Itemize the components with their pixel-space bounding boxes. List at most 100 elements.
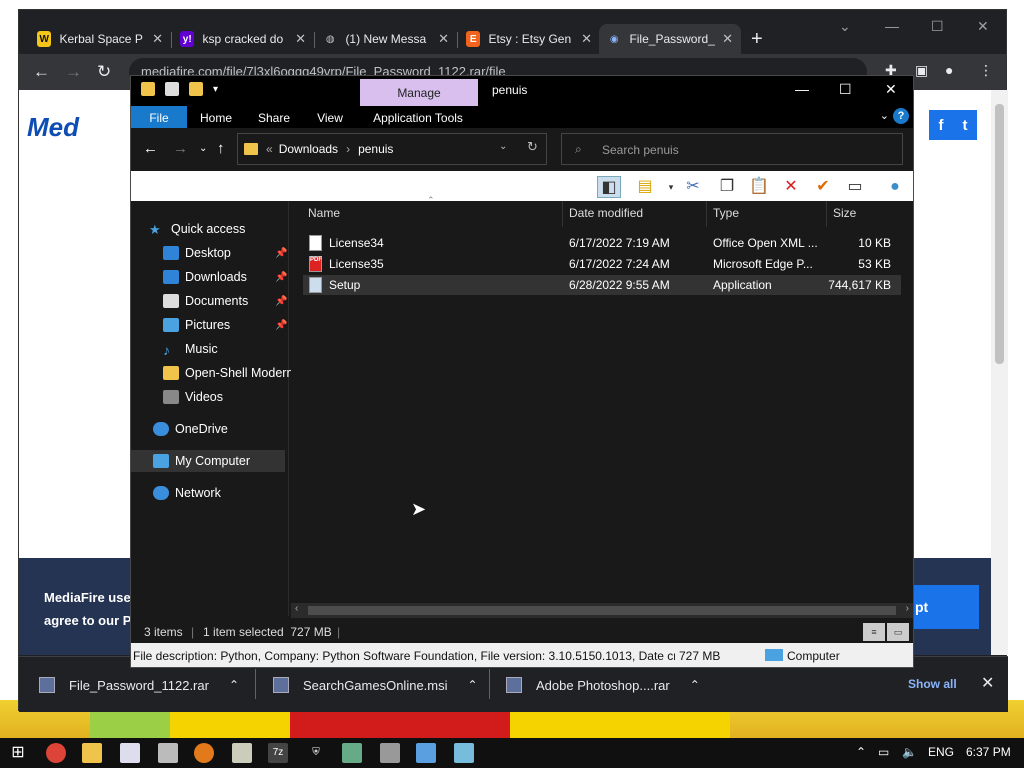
download-item[interactable]: SearchGamesOnline.msi ⌃: [273, 671, 478, 699]
column-divider[interactable]: [562, 201, 563, 227]
tab-share[interactable]: Share: [249, 106, 299, 128]
chevron-up-icon[interactable]: ⌃: [468, 678, 478, 692]
horizontal-scrollbar[interactable]: ‹ ›: [291, 603, 913, 618]
twitter-icon[interactable]: t: [953, 110, 977, 140]
recent-locations-icon[interactable]: ⌄: [199, 143, 207, 154]
up-icon[interactable]: ↑: [217, 140, 225, 157]
view-options-icon[interactable]: ▤: [633, 176, 657, 198]
maximize-icon[interactable]: ☐: [839, 81, 852, 98]
profile-icon[interactable]: ●: [945, 62, 953, 78]
mediafire-logo[interactable]: Med: [27, 112, 79, 143]
nav-desktop[interactable]: Desktop 📌: [163, 242, 289, 264]
close-icon[interactable]: ✕: [981, 673, 994, 693]
7zip-icon[interactable]: 7z: [268, 743, 288, 763]
tab-application-tools[interactable]: Application Tools: [363, 106, 473, 128]
forward-icon[interactable]: →: [173, 140, 188, 157]
photos-icon[interactable]: [158, 743, 178, 763]
nav-network[interactable]: Network: [153, 482, 221, 504]
tab-1[interactable]: y! ksp cracked do ✕: [172, 24, 314, 54]
app-icon[interactable]: [380, 743, 400, 763]
brave-icon[interactable]: [194, 743, 214, 763]
chevron-up-icon[interactable]: ⌃: [229, 678, 239, 692]
scroll-thumb[interactable]: [308, 606, 896, 615]
show-all-link[interactable]: Show all: [908, 677, 957, 691]
close-tab-icon[interactable]: ✕: [722, 31, 733, 47]
shield-icon[interactable]: ⛨: [306, 743, 326, 763]
tab-2[interactable]: ◍ (1) New Messa ✕: [315, 24, 457, 54]
new-folder-icon[interactable]: [189, 82, 203, 96]
paste-icon[interactable]: 📋: [747, 176, 771, 198]
nav-downloads[interactable]: Downloads 📌: [163, 266, 289, 288]
column-divider[interactable]: [826, 201, 827, 227]
nav-onedrive[interactable]: OneDrive: [153, 418, 228, 440]
column-header-date[interactable]: Date modified: [569, 206, 643, 220]
close-icon[interactable]: ✕: [885, 81, 897, 98]
column-divider[interactable]: [706, 201, 707, 227]
app-icon[interactable]: [232, 743, 252, 763]
minimize-icon[interactable]: —: [795, 81, 809, 97]
cut-icon[interactable]: ✂: [681, 176, 705, 198]
breadcrumb-penuis[interactable]: penuis: [358, 142, 393, 156]
scroll-thumb[interactable]: [995, 104, 1004, 364]
tab-home[interactable]: Home: [191, 106, 241, 128]
nav-music[interactable]: ♪ Music: [163, 338, 218, 360]
customize-qat-icon[interactable]: ▾: [213, 84, 218, 95]
column-header-name[interactable]: Name: [308, 206, 340, 220]
view-dropdown-icon[interactable]: ▾: [659, 176, 683, 198]
nav-quick-access[interactable]: ★ Quick access: [149, 218, 245, 240]
nav-my-computer[interactable]: My Computer: [131, 450, 285, 472]
side-panel-icon[interactable]: ▣: [915, 62, 928, 79]
refresh-icon[interactable]: ↻: [527, 139, 538, 155]
close-tab-icon[interactable]: ✕: [438, 31, 449, 47]
navigation-pane-icon[interactable]: ◧: [597, 176, 621, 198]
close-tab-icon[interactable]: ✕: [152, 31, 163, 47]
facebook-icon[interactable]: f: [929, 110, 953, 140]
chrome-icon[interactable]: [46, 743, 66, 763]
close-icon[interactable]: ✕: [977, 18, 989, 35]
tab-search-icon[interactable]: ⌄: [839, 18, 851, 35]
large-icons-view-icon[interactable]: ▭: [887, 623, 909, 641]
pin-icon[interactable]: 📌: [275, 320, 287, 331]
tab-0[interactable]: W Kerbal Space P ✕: [29, 24, 171, 54]
minimize-icon[interactable]: —: [885, 18, 899, 34]
tab-view[interactable]: View: [305, 106, 355, 128]
close-tab-icon[interactable]: ✕: [295, 31, 306, 47]
clock[interactable]: 6:37 PM: [966, 745, 1011, 759]
pin-icon[interactable]: 📌: [275, 248, 287, 259]
pin-icon[interactable]: 📌: [275, 272, 287, 283]
breadcrumb-downloads[interactable]: Downloads: [279, 142, 338, 156]
tab-3[interactable]: E Etsy : Etsy Gen ✕: [458, 24, 600, 54]
download-item[interactable]: File_Password_1122.rar ⌃: [39, 671, 239, 699]
chevron-up-icon[interactable]: ⌃: [690, 678, 700, 692]
app-icon[interactable]: [454, 743, 474, 763]
close-tab-icon[interactable]: ✕: [581, 31, 592, 47]
maximize-icon[interactable]: ☐: [931, 18, 944, 35]
download-item[interactable]: Adobe Photoshop....rar ⌃: [506, 671, 700, 699]
scroll-right-icon[interactable]: ›: [906, 603, 909, 614]
nav-pictures[interactable]: Pictures 📌: [163, 314, 289, 336]
volume-icon[interactable]: 🔈: [902, 745, 917, 759]
overflow-icon[interactable]: «: [266, 142, 273, 156]
address-dropdown-icon[interactable]: ⌄: [499, 141, 507, 152]
details-view-icon[interactable]: ≡: [863, 623, 885, 641]
column-header-type[interactable]: Type: [713, 206, 739, 220]
chevron-right-icon[interactable]: ›: [346, 142, 350, 156]
language-indicator[interactable]: ENG: [928, 745, 954, 759]
back-icon[interactable]: ←: [143, 140, 158, 157]
new-tab-button[interactable]: +: [751, 28, 763, 51]
manage-context-tab[interactable]: Manage: [360, 79, 478, 106]
scroll-left-icon[interactable]: ‹: [295, 603, 298, 614]
expand-ribbon-icon[interactable]: ⌄: [880, 109, 889, 122]
file-row[interactable]: PDF License35 6/17/2022 7:24 AM Microsof…: [303, 254, 901, 274]
help-icon[interactable]: ?: [893, 108, 909, 124]
nav-videos[interactable]: Videos: [163, 386, 223, 408]
globe-icon[interactable]: ●: [883, 176, 907, 198]
properties-icon[interactable]: [165, 82, 179, 96]
file-explorer-icon[interactable]: [82, 743, 102, 763]
forward-icon[interactable]: →: [65, 62, 82, 82]
menu-icon[interactable]: ⋮: [979, 62, 993, 79]
reload-icon[interactable]: ↻: [97, 62, 111, 82]
pin-icon[interactable]: 📌: [275, 296, 287, 307]
network-icon[interactable]: ▭: [878, 745, 889, 759]
file-row-selected[interactable]: Setup 6/28/2022 9:55 AM Application 744,…: [303, 275, 901, 295]
